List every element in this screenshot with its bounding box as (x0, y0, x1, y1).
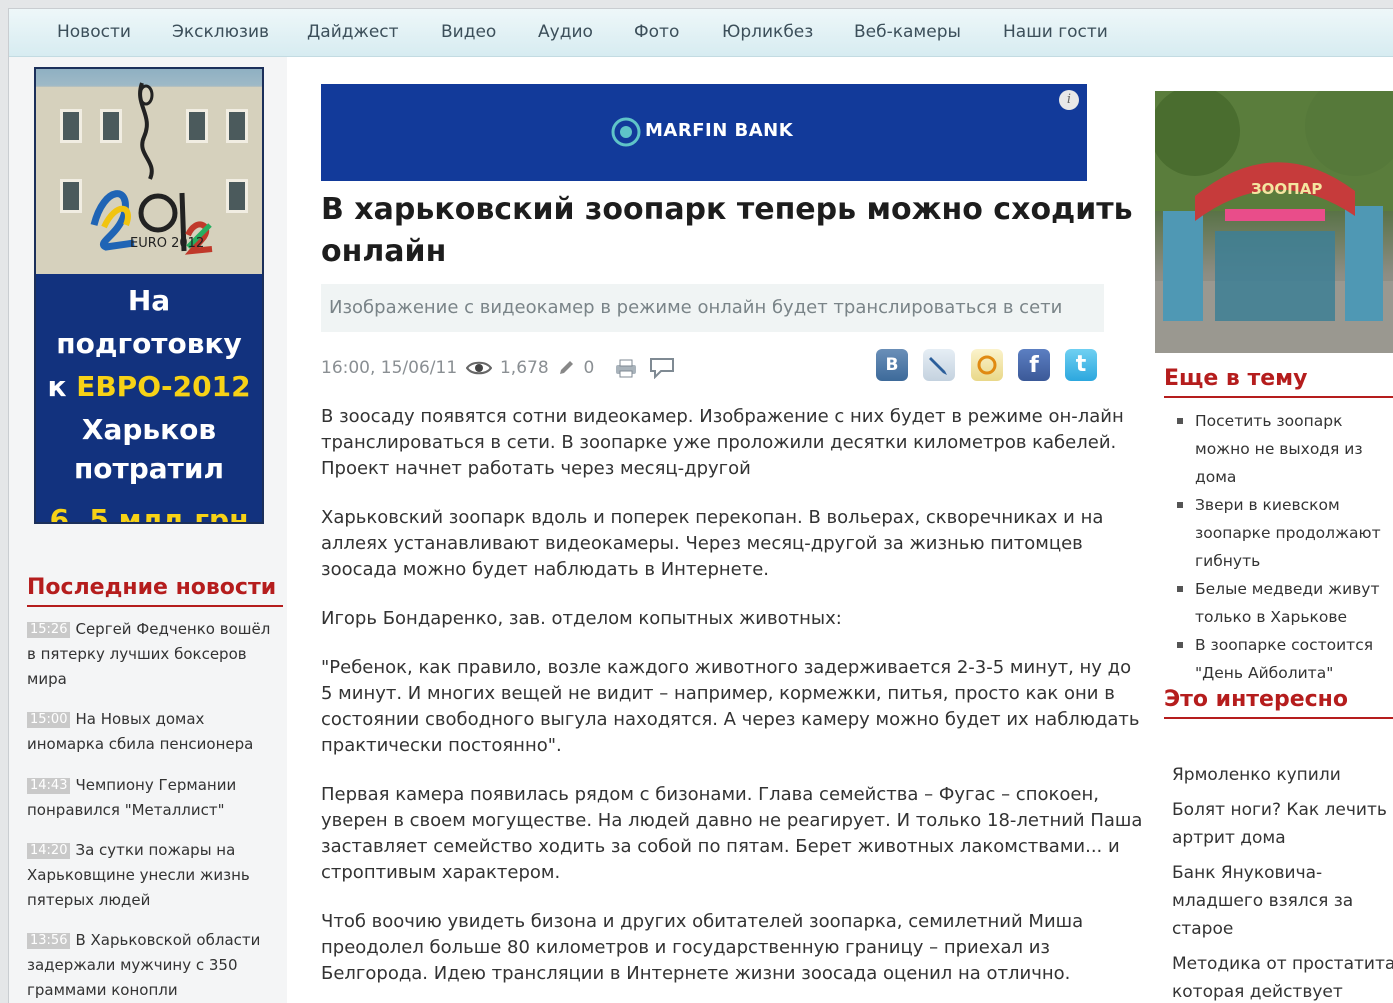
eye-icon (465, 361, 492, 375)
promo-line: На подготовку (56, 284, 242, 360)
nav-item-news[interactable]: Новости (57, 22, 131, 42)
divider (1164, 717, 1393, 719)
interesting-link[interactable]: Банк Януковича-младшего взялся за старое (1172, 859, 1393, 943)
interesting-title: Это интересно (1164, 687, 1348, 712)
zoo-sign-text: ЗООПАР (1251, 180, 1322, 198)
nav-item-digest[interactable]: Дайджест (307, 22, 399, 42)
share-mailru-button[interactable] (971, 349, 1003, 381)
nav-item-exclusive[interactable]: Эксклюзив (172, 22, 269, 42)
promo-line-prefix: к (47, 370, 77, 403)
comment-bubble-icon[interactable] (649, 357, 675, 379)
interesting-link[interactable]: Методика от простатита, которая действуе… (1172, 950, 1393, 1003)
building-window (60, 109, 82, 143)
article-headline: В харьковский зоопарк теперь можно сходи… (321, 192, 1133, 269)
print-icon[interactable] (614, 358, 638, 378)
nav-item-guests[interactable]: Наши гости (1003, 22, 1108, 42)
zoo-gate-illustration: ЗООПАР (1155, 91, 1393, 353)
more-topic-link[interactable]: Белые медведи живут только в Харькове (1175, 575, 1393, 631)
promo-line: потратил (73, 452, 225, 485)
share-vk-button[interactable]: В (876, 349, 908, 381)
zoo-entrance-photo[interactable]: ЗООПАР (1155, 91, 1393, 353)
article-paragraph: "Ребенок, как правило, возле каждого жив… (321, 657, 1140, 756)
left-sidebar: EURO 2012 На подготовку к ЕВРО-2012 Харь… (9, 57, 287, 1003)
euro-logo-text: EURO 2012 (130, 236, 204, 251)
mailru-icon (977, 355, 997, 375)
article-datetime: 16:00, 15/06/11 (321, 358, 458, 378)
news-time: 13:56 (27, 933, 71, 949)
article-paragraph: Чтоб воочию увидеть бизона и других обит… (321, 911, 1084, 984)
interesting-link[interactable]: Болят ноги? Как лечить артрит дома (1172, 796, 1393, 852)
article-paragraph: В зоосаду появятся сотни видеокамер. Изо… (321, 406, 1124, 479)
divider (27, 605, 283, 607)
more-topic-link[interactable]: В зоопарке состоится "День Айболита" (1175, 631, 1393, 687)
interesting-link[interactable]: Ярмоленко купили (1172, 761, 1393, 789)
news-list-item[interactable]: 13:56 В Харьковской области задержали муж… (27, 928, 279, 1003)
news-time: 15:26 (27, 622, 71, 638)
divider (1164, 396, 1393, 398)
news-list-item[interactable]: 15:00 На Новых домах иномарка сбила пенси… (27, 707, 279, 757)
more-topic-title: Еще в тему (1164, 366, 1308, 391)
news-list-item[interactable]: 14:43 Чемпиону Германии понравился "Метал… (27, 773, 279, 823)
interesting-list: Ярмоленко купили Болят ноги? Как лечить … (1172, 761, 1393, 1003)
promo-highlight: ЕВРО-2012 (76, 370, 251, 403)
news-time: 14:20 (27, 843, 71, 859)
ad-banner-marfin[interactable]: MARFIN BANK i (321, 84, 1087, 181)
more-topic-list: Посетить зоопарк можно не выходя из дома… (1175, 407, 1393, 687)
more-topic-link[interactable]: Звери в киевском зоопарке продолжают гиб… (1175, 491, 1393, 575)
nav-item-webcams[interactable]: Веб-камеры (854, 22, 961, 42)
nav-item-legal[interactable]: Юрликбез (722, 22, 813, 42)
news-list-item[interactable]: 14:20 За сутки пожары на Харьковщине унес… (27, 838, 279, 913)
top-nav: Новости Эксклюзив Дайджест Видео Аудио Ф… (9, 9, 1393, 57)
news-time: 15:00 (27, 712, 71, 728)
browser-page: Новости Эксклюзив Дайджест Видео Аудио Ф… (8, 8, 1393, 1003)
article-lead: Изображение с видеокамер в режиме онлайн… (321, 284, 1104, 332)
bank-name: MARFIN BANK (645, 120, 794, 141)
promo-text: На подготовку к ЕВРО-2012 Харьков потрат… (36, 279, 262, 524)
twitter-icon: t (1075, 352, 1087, 377)
nav-item-photo[interactable]: Фото (634, 22, 679, 42)
promo-line: к ЕВРО-2012 (36, 365, 262, 408)
vk-icon: В (885, 355, 899, 375)
comment-count: 0 (583, 358, 595, 378)
promo-amount: 6, 5 млд грн (49, 503, 249, 524)
euro2012-logo: EURO 2012 (90, 82, 213, 255)
building-window (226, 179, 248, 213)
building-window (60, 179, 82, 213)
livejournal-icon (929, 357, 947, 375)
article-meta: 16:00, 15/06/11 1,678 0 (321, 357, 678, 379)
more-topic-link[interactable]: Посетить зоопарк можно не выходя из дома (1175, 407, 1393, 491)
latest-news-title: Последние новости (27, 575, 277, 600)
article-paragraph: Харьковский зоопарк вдоль и поперек пере… (321, 507, 1104, 580)
article-paragraph: Игорь Бондаренко, зав. отделом копытных … (321, 608, 842, 629)
promo-banner-euro2012[interactable]: EURO 2012 На подготовку к ЕВРО-2012 Харь… (34, 67, 264, 524)
promo-photo: EURO 2012 (36, 69, 262, 274)
view-count: 1,678 (499, 358, 549, 378)
ad-info-icon[interactable]: i (1059, 90, 1079, 110)
building-window (226, 109, 248, 143)
share-twitter-button[interactable]: t (1065, 349, 1097, 381)
pencil-icon (560, 361, 574, 374)
bank-logo-icon (611, 117, 641, 147)
news-list-item[interactable]: 15:26 Сергей Федченко вошёл в пятерку луч… (27, 617, 279, 692)
nav-item-audio[interactable]: Аудио (538, 22, 593, 42)
promo-line: Харьков (81, 413, 217, 446)
nav-item-video[interactable]: Видео (441, 22, 496, 42)
facebook-icon: f (1029, 353, 1039, 378)
news-time: 14:43 (27, 778, 71, 794)
share-livejournal-button[interactable] (923, 349, 955, 381)
article-paragraph: Первая камера появилась рядом с бизонами… (321, 784, 1143, 883)
article-body: В зоосаду появятся сотни видеокамер. Изо… (321, 404, 1143, 1003)
share-facebook-button[interactable]: f (1018, 349, 1050, 381)
